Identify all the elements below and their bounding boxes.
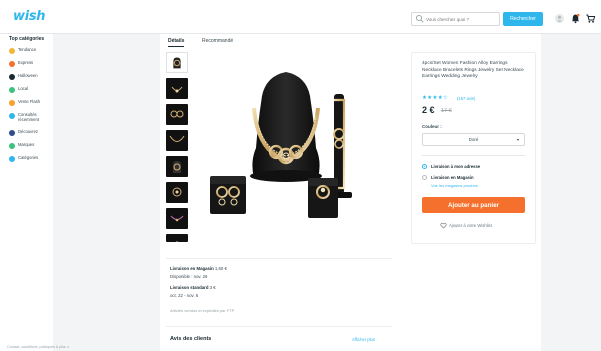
divider bbox=[166, 258, 392, 259]
tab-recommended[interactable]: Recommandé bbox=[202, 38, 233, 44]
heart-icon bbox=[440, 222, 447, 229]
thumbnail[interactable] bbox=[166, 182, 188, 203]
thumbnail[interactable] bbox=[166, 104, 188, 125]
product-info-panel: 4pcs/Set Women Fashion Alloy Earrings Ne… bbox=[411, 52, 536, 244]
sidebar-item-découvrez[interactable]: Découvrez bbox=[9, 129, 39, 138]
sidebar-item-label: Halloween bbox=[18, 73, 38, 78]
thumbnail[interactable] bbox=[166, 234, 188, 245]
see-more-link[interactable]: Afficher plus bbox=[352, 337, 375, 342]
sidebar-item-halloween[interactable]: Halloween bbox=[9, 73, 38, 82]
pin-icon bbox=[9, 86, 15, 93]
sidebar-item-label: Consultés récemment bbox=[18, 112, 39, 122]
wish-logo[interactable]: wish bbox=[13, 9, 46, 24]
thumbnail[interactable] bbox=[166, 78, 188, 99]
divider bbox=[166, 326, 392, 327]
standard-shipping-label: Livraison standard bbox=[170, 285, 209, 290]
color-label: Couleur : bbox=[422, 124, 442, 129]
top-header: wish Rechercher bbox=[0, 0, 601, 34]
thumbnail[interactable] bbox=[166, 156, 188, 177]
sidebar-item-vente-flash[interactable]: Vente Flash bbox=[9, 99, 41, 108]
star-icon bbox=[9, 47, 15, 54]
store-delivery-label: Livraison en Magasin bbox=[431, 175, 474, 180]
search-button[interactable]: Rechercher bbox=[503, 12, 543, 26]
radio-store-delivery[interactable] bbox=[422, 175, 427, 180]
color-select-value: Doré bbox=[468, 137, 479, 142]
store-shipping-price: 1,60 € bbox=[214, 266, 227, 271]
search-input[interactable] bbox=[426, 14, 498, 24]
rating-stars: ★★★★☆ bbox=[422, 95, 449, 101]
sidebar-item-express[interactable]: Express bbox=[9, 60, 34, 69]
standard-dates: oct. 22 - nov. 6 bbox=[170, 293, 199, 298]
tab-details[interactable]: Détails bbox=[168, 38, 185, 47]
sidebar-item-label: Express bbox=[18, 60, 34, 65]
user-avatar-icon[interactable] bbox=[554, 13, 565, 24]
footer-links[interactable]: Contact, conditions, politiques & plus ∨ bbox=[7, 345, 69, 349]
compass-icon bbox=[9, 129, 15, 136]
check-badge-icon bbox=[9, 142, 15, 149]
sidebar-item-label: Vente Flash bbox=[18, 99, 41, 104]
lightning-icon bbox=[9, 60, 15, 67]
search-box[interactable] bbox=[411, 12, 500, 26]
sidebar-title: Top catégories bbox=[9, 36, 45, 42]
wishlist-label: Ajouter à votre Wishlist bbox=[449, 223, 492, 228]
add-to-wishlist[interactable]: Ajouter à votre Wishlist bbox=[440, 222, 492, 229]
chevron-down-icon: ▾ bbox=[516, 137, 519, 142]
sidebar-item-local[interactable]: Local bbox=[9, 86, 29, 95]
color-select[interactable]: Doré ▾ bbox=[422, 133, 525, 146]
thumbnail[interactable] bbox=[166, 130, 188, 151]
store-shipping-label: Livraison en Magasin bbox=[170, 266, 214, 271]
sidebar-item-marques[interactable]: Marques bbox=[9, 142, 35, 151]
search-icon bbox=[415, 14, 424, 23]
thumbnail[interactable] bbox=[166, 208, 188, 229]
sidebar-item-catégories[interactable]: Catégories bbox=[9, 155, 39, 164]
standard-shipping-price: 3 € bbox=[209, 285, 216, 290]
product-main-image[interactable] bbox=[196, 52, 388, 242]
original-price: 17 € bbox=[441, 108, 452, 114]
clock-icon bbox=[9, 112, 15, 119]
bat-icon bbox=[9, 73, 15, 80]
cart-icon[interactable] bbox=[585, 13, 596, 24]
sold-by-text[interactable]: Articles vendus et expédiés par FTP bbox=[170, 308, 234, 313]
sidebar-item-tendance[interactable]: Tendance bbox=[9, 47, 37, 56]
divider bbox=[422, 155, 525, 156]
sidebar-item-label: Catégories bbox=[18, 155, 39, 160]
thumbnail[interactable] bbox=[166, 52, 188, 73]
customer-reviews-title: Avis des clients bbox=[170, 336, 212, 342]
sidebar-item-label: Marques bbox=[18, 142, 35, 147]
review-count[interactable]: (157 avis) bbox=[457, 96, 475, 101]
flash-icon bbox=[9, 99, 15, 106]
radio-home-delivery[interactable] bbox=[422, 164, 427, 169]
notification-bell-icon[interactable] bbox=[570, 13, 581, 24]
sidebar-item-label: Découvrez bbox=[18, 129, 39, 134]
product-title: 4pcs/Set Women Fashion Alloy Earrings Ne… bbox=[422, 61, 524, 79]
add-to-cart-button[interactable]: Ajouter au panier bbox=[422, 197, 525, 213]
store-availability: Disponible : nov. 26 bbox=[170, 274, 208, 279]
home-delivery-label: Livraison à mon adresse bbox=[431, 164, 481, 169]
nearby-stores-link[interactable]: Voir les magasins proches bbox=[431, 183, 478, 188]
current-price: 2 € bbox=[422, 105, 435, 115]
sidebar-item-label: Tendance bbox=[18, 47, 37, 52]
sidebar-item-label: Local bbox=[18, 86, 29, 91]
sidebar-item-consultés-récemment[interactable]: Consultés récemment bbox=[9, 112, 56, 122]
grid-icon bbox=[9, 155, 15, 162]
